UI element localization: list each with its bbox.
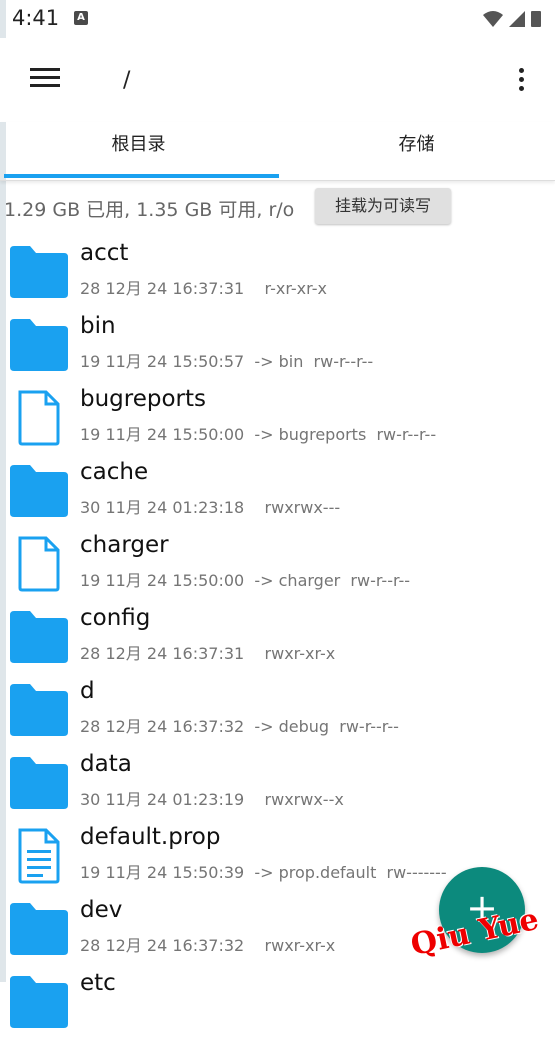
file-name: cache bbox=[80, 459, 149, 485]
current-path: / bbox=[123, 68, 131, 93]
wifi-icon bbox=[483, 11, 503, 27]
file-name: dev bbox=[80, 897, 123, 923]
file-row-acct[interactable]: acct 28 12月 24 16:37:31 r-xr-xr-x bbox=[0, 234, 555, 307]
file-row-d[interactable]: d 28 12月 24 16:37:32 -> debug rw-r--r-- bbox=[0, 672, 555, 745]
folder-icon bbox=[8, 609, 70, 665]
hamburger-menu-icon[interactable] bbox=[28, 68, 62, 92]
folder-icon bbox=[8, 463, 70, 519]
storage-text: 1.29 GB 已用, 1.35 GB 可用, r/o bbox=[4, 199, 295, 221]
tab-bar: 根目录 存储 bbox=[0, 122, 555, 181]
more-vert-icon[interactable] bbox=[512, 66, 532, 96]
file-name: bin bbox=[80, 313, 116, 339]
app-bar: / bbox=[0, 38, 555, 122]
file-meta: 28 12月 24 16:37:32 rwxr-xr-x bbox=[80, 936, 336, 955]
file-row-bin[interactable]: bin 19 11月 24 15:50:57 -> bin rw-r--r-- bbox=[0, 307, 555, 380]
folder-icon bbox=[8, 755, 70, 811]
file-row-etc[interactable]: etc bbox=[0, 964, 555, 1037]
notification-icon: A bbox=[74, 11, 88, 25]
file-row-cache[interactable]: cache 30 11月 24 01:23:18 rwxrwx--- bbox=[0, 453, 555, 526]
file-name: acct bbox=[80, 240, 129, 266]
file-name: config bbox=[80, 605, 151, 631]
file-name: charger bbox=[80, 532, 169, 558]
file-row-config[interactable]: config 28 12月 24 16:37:31 rwxr-xr-x bbox=[0, 599, 555, 672]
file-icon bbox=[8, 536, 70, 592]
folder-icon bbox=[8, 974, 70, 1030]
storage-info: 1.29 GB 已用, 1.35 GB 可用, r/o 挂载为可读写 bbox=[0, 186, 555, 228]
file-meta: 19 11月 24 15:50:39 -> prop.default rw---… bbox=[80, 863, 447, 882]
file-meta: 28 12月 24 16:37:32 -> debug rw-r--r-- bbox=[80, 717, 399, 736]
mount-rw-button[interactable]: 挂载为可读写 bbox=[315, 188, 451, 224]
file-meta: 30 11月 24 01:23:18 rwxrwx--- bbox=[80, 498, 341, 517]
file-row-data[interactable]: data 30 11月 24 01:23:19 rwxrwx--x bbox=[0, 745, 555, 818]
file-name: default.prop bbox=[80, 824, 221, 850]
file-meta: 19 11月 24 15:50:00 -> charger rw-r--r-- bbox=[80, 571, 411, 590]
file-row-charger[interactable]: charger 19 11月 24 15:50:00 -> charger rw-… bbox=[0, 526, 555, 599]
file-icon bbox=[8, 390, 70, 446]
file-meta: 19 11月 24 15:50:00 -> bugreports rw-r--r… bbox=[80, 425, 437, 444]
tab-storage[interactable]: 存储 bbox=[278, 122, 555, 177]
tab-indicator bbox=[4, 174, 279, 178]
file-meta: 19 11月 24 15:50:57 -> bin rw-r--r-- bbox=[80, 352, 374, 371]
text-file-icon bbox=[8, 828, 70, 884]
battery-icon bbox=[531, 11, 541, 27]
file-name: bugreports bbox=[80, 386, 207, 412]
folder-icon bbox=[8, 682, 70, 738]
signal-icon bbox=[509, 11, 525, 27]
file-name: etc bbox=[80, 970, 116, 996]
file-meta: 28 12月 24 16:37:31 r-xr-xr-x bbox=[80, 279, 327, 298]
file-meta: 30 11月 24 01:23:19 rwxrwx--x bbox=[80, 790, 344, 809]
folder-icon bbox=[8, 317, 70, 373]
status-time: 4:41 bbox=[12, 6, 60, 30]
system-icons bbox=[483, 11, 541, 27]
tab-root[interactable]: 根目录 bbox=[0, 122, 277, 177]
folder-icon bbox=[8, 901, 70, 957]
file-name: d bbox=[80, 678, 95, 704]
file-name: data bbox=[80, 751, 132, 777]
file-row-bugreports[interactable]: bugreports 19 11月 24 15:50:00 -> bugrepor… bbox=[0, 380, 555, 453]
file-meta: 28 12月 24 16:37:31 rwxr-xr-x bbox=[80, 644, 336, 663]
folder-icon bbox=[8, 244, 70, 300]
status-bar: 4:41 A bbox=[0, 0, 555, 38]
